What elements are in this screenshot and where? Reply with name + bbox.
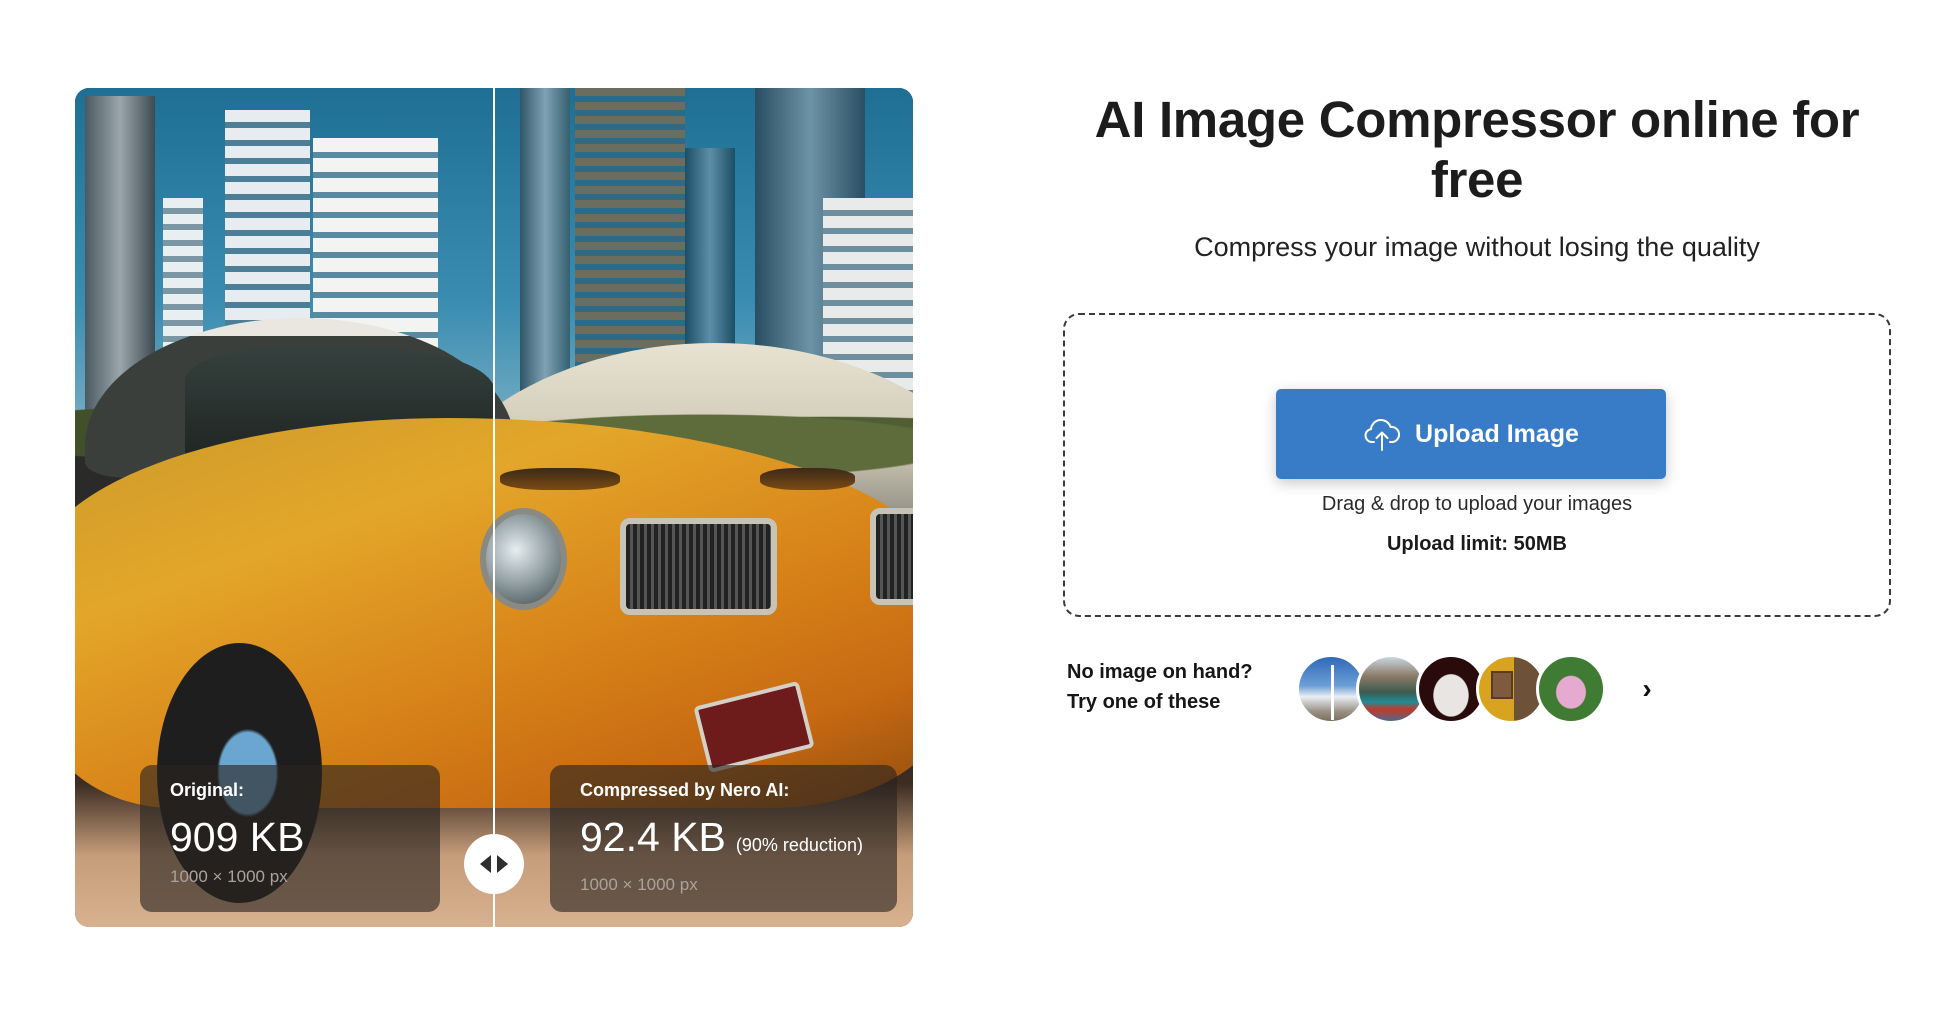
upload-image-button[interactable]: Upload Image bbox=[1276, 389, 1666, 479]
compressed-dimensions: 1000 × 1000 px bbox=[580, 875, 698, 894]
reduction-percent: (90% reduction) bbox=[735, 835, 863, 855]
compare-divider[interactable] bbox=[493, 88, 495, 927]
cloud-upload-icon bbox=[1364, 419, 1401, 451]
compare-slider-handle[interactable] bbox=[464, 834, 524, 894]
original-size: 909 KB bbox=[170, 814, 305, 860]
page-subtitle: Compress your image without losing the q… bbox=[1194, 232, 1760, 262]
sample-prompt: No image on hand? Try one of these bbox=[1067, 657, 1253, 717]
upload-dropzone[interactable]: Upload Image Drag & drop to upload your … bbox=[1063, 313, 1891, 617]
sample-prompt-line2: Try one of these bbox=[1067, 691, 1221, 713]
compressed-info-box: Compressed by Nero AI: 92.4 KB (90% reduc… bbox=[550, 765, 897, 912]
arrow-right-icon bbox=[497, 855, 508, 873]
original-label: Original: bbox=[170, 780, 245, 800]
page-title: AI Image Compressor online for free bbox=[1094, 91, 1860, 208]
original-dimensions: 1000 × 1000 px bbox=[170, 867, 288, 886]
original-info-box: Original: 909 KB 1000 × 1000 px bbox=[140, 765, 440, 912]
compressed-label: Compressed by Nero AI: bbox=[580, 780, 790, 800]
upload-button-label: Upload Image bbox=[1415, 419, 1579, 448]
sample-thumb-pink-lotus[interactable] bbox=[1536, 654, 1606, 724]
hero-section: AI Image Compressor online for free Comp… bbox=[1063, 90, 1891, 724]
drag-drop-hint: Drag & drop to upload your images bbox=[1321, 493, 1633, 515]
arrow-left-icon bbox=[480, 855, 491, 873]
chevron-right-icon[interactable]: › bbox=[1629, 671, 1665, 707]
sample-prompt-line1: No image on hand? bbox=[1067, 661, 1253, 683]
upload-limit: Upload limit: 50MB bbox=[1386, 533, 1567, 555]
before-after-compare[interactable]: Original: 909 KB 1000 × 1000 px Compress… bbox=[75, 88, 913, 927]
compressed-size: 92.4 KB bbox=[580, 814, 726, 860]
sample-images-row: No image on hand? Try one of these › bbox=[1063, 654, 1891, 724]
